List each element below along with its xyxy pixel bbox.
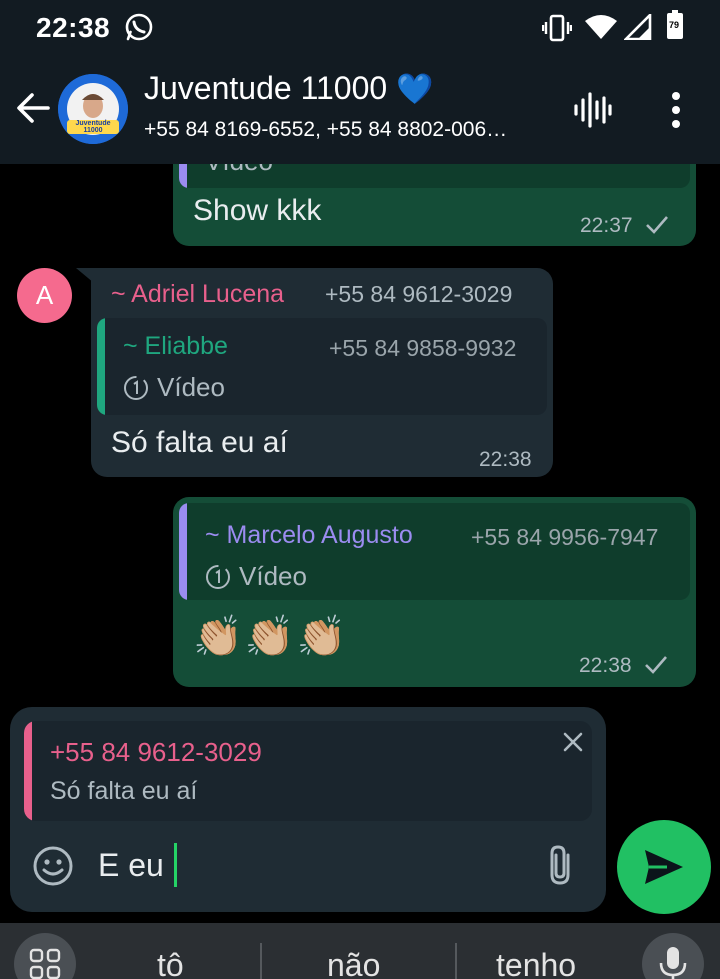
message-composer: +55 84 9612-3029 Só falta eu aí E eu xyxy=(10,707,606,912)
suggestion-3[interactable]: tenho xyxy=(496,947,576,979)
suggestion-2[interactable]: não xyxy=(327,947,380,979)
battery-icon: 79 xyxy=(666,10,684,45)
grid-icon xyxy=(29,948,61,979)
message-input[interactable]: E eu xyxy=(98,847,164,884)
group-participants[interactable]: +55 84 8169-6552, +55 84 8802-006… xyxy=(144,118,554,142)
message-time: 22:37 xyxy=(580,214,633,237)
reply-sender-phone: +55 84 9612-3029 xyxy=(50,737,262,767)
message-text: Show kkk xyxy=(193,194,322,227)
quote-bar xyxy=(97,318,105,415)
vibrate-icon xyxy=(541,14,573,47)
sender-phone[interactable]: +55 84 9612-3029 xyxy=(325,281,512,308)
blue-heart-emoji: 💙 xyxy=(396,73,434,106)
sender-name[interactable]: ~ Adriel Lucena xyxy=(111,280,284,309)
keyboard-suggestion-bar: tô não tenho xyxy=(0,923,720,979)
suggestion-divider xyxy=(260,943,262,979)
quoted-media-label: Vídeo xyxy=(239,561,307,591)
close-icon[interactable] xyxy=(562,731,584,758)
message-text: Só falta eu aí xyxy=(111,426,288,459)
wifi-icon xyxy=(584,14,618,45)
view-once-icon xyxy=(206,564,230,589)
quote-bar xyxy=(179,503,187,600)
more-options-icon[interactable] xyxy=(664,90,688,135)
sent-check-icon xyxy=(644,214,670,241)
message-time: 22:38 xyxy=(479,448,532,471)
send-button[interactable] xyxy=(617,820,711,914)
chat-header: Juventude 11000 Juventude 11000 💙 +55 84… xyxy=(0,56,720,164)
quoted-message[interactable]: Vídeo xyxy=(179,164,690,188)
suggestion-1[interactable]: tô xyxy=(157,947,184,979)
text-cursor xyxy=(174,843,177,887)
message-bubble[interactable]: ~ Marcelo Augusto +55 84 9956-7947 Vídeo… xyxy=(173,497,696,687)
voice-chat-icon[interactable] xyxy=(570,88,614,137)
whatsapp-icon xyxy=(124,12,154,47)
emoji-icon[interactable] xyxy=(32,845,74,892)
quoted-sender-name: ~ Marcelo Augusto xyxy=(205,521,413,549)
quoted-media: Vídeo xyxy=(205,561,307,592)
reply-preview[interactable]: +55 84 9612-3029 Só falta eu aí xyxy=(24,721,592,821)
quoted-media: Vídeo xyxy=(123,372,225,403)
quote-bar xyxy=(179,164,187,188)
view-once-icon xyxy=(124,375,148,400)
message-emoji: 👏🏼👏🏼👏🏼 xyxy=(193,615,349,659)
keyboard-apps-button[interactable] xyxy=(14,933,76,979)
quoted-media: Vídeo xyxy=(205,164,273,177)
message-time: 22:38 xyxy=(579,654,632,677)
quoted-sender-name: ~ Eliabbe xyxy=(123,332,228,360)
quoted-message[interactable]: ~ Eliabbe +55 84 9858-9932 Vídeo xyxy=(97,318,547,415)
sent-check-icon xyxy=(643,654,669,681)
quoted-sender-phone: +55 84 9858-9932 xyxy=(329,335,517,361)
reply-bar xyxy=(24,721,32,821)
voice-input-button[interactable] xyxy=(642,933,704,979)
group-title-text: Juventude 11000 xyxy=(144,70,388,106)
reply-message-text: Só falta eu aí xyxy=(50,777,198,805)
quoted-message[interactable]: ~ Marcelo Augusto +55 84 9956-7947 Vídeo xyxy=(179,503,690,600)
group-avatar-label: Juventude 11000 xyxy=(67,120,119,134)
quoted-media-label: Vídeo xyxy=(205,164,273,177)
back-button[interactable] xyxy=(12,86,56,130)
battery-level: 79 xyxy=(669,20,680,30)
sender-avatar[interactable]: A xyxy=(17,268,72,323)
status-bar: 22:38 79 xyxy=(0,0,720,56)
back-arrow-icon xyxy=(17,93,50,123)
group-avatar[interactable]: Juventude 11000 xyxy=(58,74,128,144)
microphone-icon xyxy=(659,947,687,979)
attach-icon[interactable] xyxy=(544,843,576,892)
send-icon xyxy=(645,850,683,884)
quoted-media-label: Vídeo xyxy=(157,372,225,402)
quoted-sender-phone: +55 84 9956-7947 xyxy=(471,524,659,550)
group-title[interactable]: Juventude 11000 💙 xyxy=(144,70,433,107)
message-bubble[interactable]: ~ Adriel Lucena +55 84 9612-3029 ~ Eliab… xyxy=(91,268,553,477)
signal-icon xyxy=(622,11,652,45)
message-bubble[interactable]: Vídeo Show kkk 22:37 xyxy=(173,164,696,246)
suggestion-divider xyxy=(455,943,457,979)
status-time: 22:38 xyxy=(36,12,111,43)
